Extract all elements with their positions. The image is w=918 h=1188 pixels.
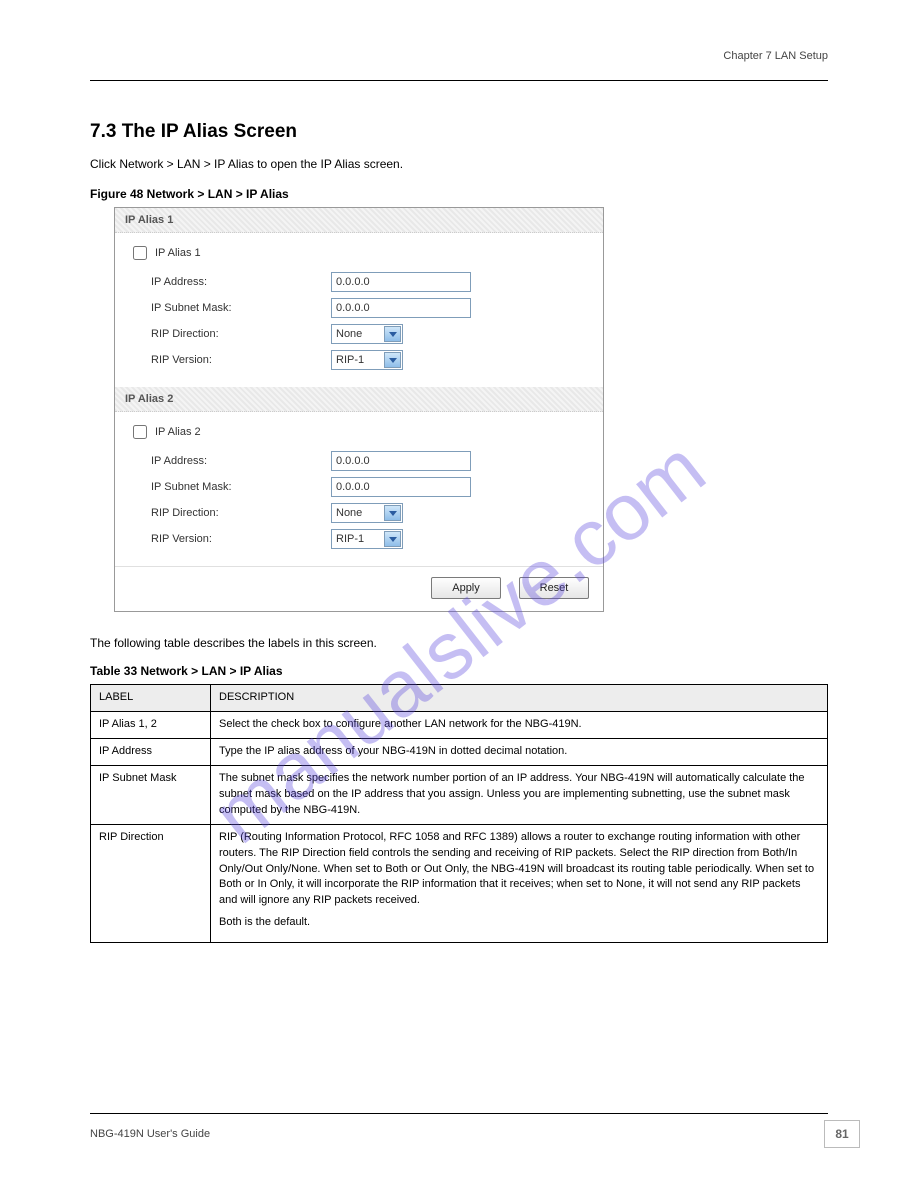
alias1-ripv-label: RIP Version: [151,354,331,366]
alias1-ripv-value: RIP-1 [336,354,364,366]
alias1-checkbox-label: IP Alias 1 [155,247,201,259]
cell-label: RIP Direction [91,824,211,943]
alias2-ip-label: IP Address: [151,455,331,467]
cell-desc: RIP (Routing Information Protocol, RFC 1… [211,824,828,943]
cell-label: IP Address [91,738,211,765]
cell-desc: Select the check box to configure anothe… [211,711,828,738]
ip-alias-panel: IP Alias 1 IP Alias 1 IP Address: IP Sub… [114,207,604,612]
cell-desc-p2: Both is the default. [219,915,819,931]
section-heading: 7.3 The IP Alias Screen [90,121,828,143]
table-intro: The following table describes the labels… [90,636,828,650]
alias1-header: IP Alias 1 [115,208,603,233]
chevron-down-icon [384,352,401,368]
chevron-down-icon [384,505,401,521]
bottom-rule [90,1113,828,1114]
alias1-ripd-value: None [336,328,362,340]
figure-caption: Figure 48 Network > LAN > IP Alias [90,187,828,201]
alias2-ripd-label: RIP Direction: [151,507,331,519]
alias1-mask-input[interactable] [331,298,471,318]
apply-button[interactable]: Apply [431,577,501,599]
alias2-body: IP Alias 2 IP Address: IP Subnet Mask: R… [115,412,603,566]
alias1-ripd-select[interactable]: None [331,324,403,344]
top-rule [90,80,828,81]
alias2-checkbox-label: IP Alias 2 [155,426,201,438]
reset-button[interactable]: Reset [519,577,589,599]
table-head-label: LABEL [91,685,211,712]
alias1-ip-label: IP Address: [151,276,331,288]
table-row: IP Subnet Mask The subnet mask specifies… [91,765,828,824]
alias2-ripv-select[interactable]: RIP-1 [331,529,403,549]
alias2-ip-input[interactable] [331,451,471,471]
panel-footer: Apply Reset [115,566,603,611]
cell-desc: Type the IP alias address of your NBG-41… [211,738,828,765]
alias2-ripv-value: RIP-1 [336,533,364,545]
alias2-header: IP Alias 2 [115,387,603,412]
page-footer: NBG-419N User's Guide [90,1128,828,1140]
table-caption: Table 33 Network > LAN > IP Alias [90,664,828,678]
alias2-ripv-label: RIP Version: [151,533,331,545]
chapter-line: Chapter 7 LAN Setup [90,50,828,62]
footer-left: NBG-419N User's Guide [90,1128,210,1140]
table-row: IP Alias 1, 2 Select the check box to co… [91,711,828,738]
alias2-ripd-value: None [336,507,362,519]
alias1-body: IP Alias 1 IP Address: IP Subnet Mask: R… [115,233,603,387]
cell-desc-p1: RIP (Routing Information Protocol, RFC 1… [219,830,819,910]
alias1-ip-input[interactable] [331,272,471,292]
cell-desc: The subnet mask specifies the network nu… [211,765,828,824]
alias2-mask-label: IP Subnet Mask: [151,481,331,493]
alias2-ripd-select[interactable]: None [331,503,403,523]
alias2-mask-input[interactable] [331,477,471,497]
alias1-ripv-select[interactable]: RIP-1 [331,350,403,370]
cell-label: IP Alias 1, 2 [91,711,211,738]
alias1-ripd-label: RIP Direction: [151,328,331,340]
chevron-down-icon [384,326,401,342]
table-row: RIP Direction RIP (Routing Information P… [91,824,828,943]
cell-label: IP Subnet Mask [91,765,211,824]
alias1-mask-label: IP Subnet Mask: [151,302,331,314]
alias2-checkbox[interactable] [133,425,147,439]
table-head-desc: DESCRIPTION [211,685,828,712]
description-table: LABEL DESCRIPTION IP Alias 1, 2 Select t… [90,684,828,943]
chevron-down-icon [384,531,401,547]
alias1-checkbox[interactable] [133,246,147,260]
table-row: IP Address Type the IP alias address of … [91,738,828,765]
intro-text: Click Network > LAN > IP Alias to open t… [90,155,828,173]
page-number: 81 [824,1120,860,1148]
